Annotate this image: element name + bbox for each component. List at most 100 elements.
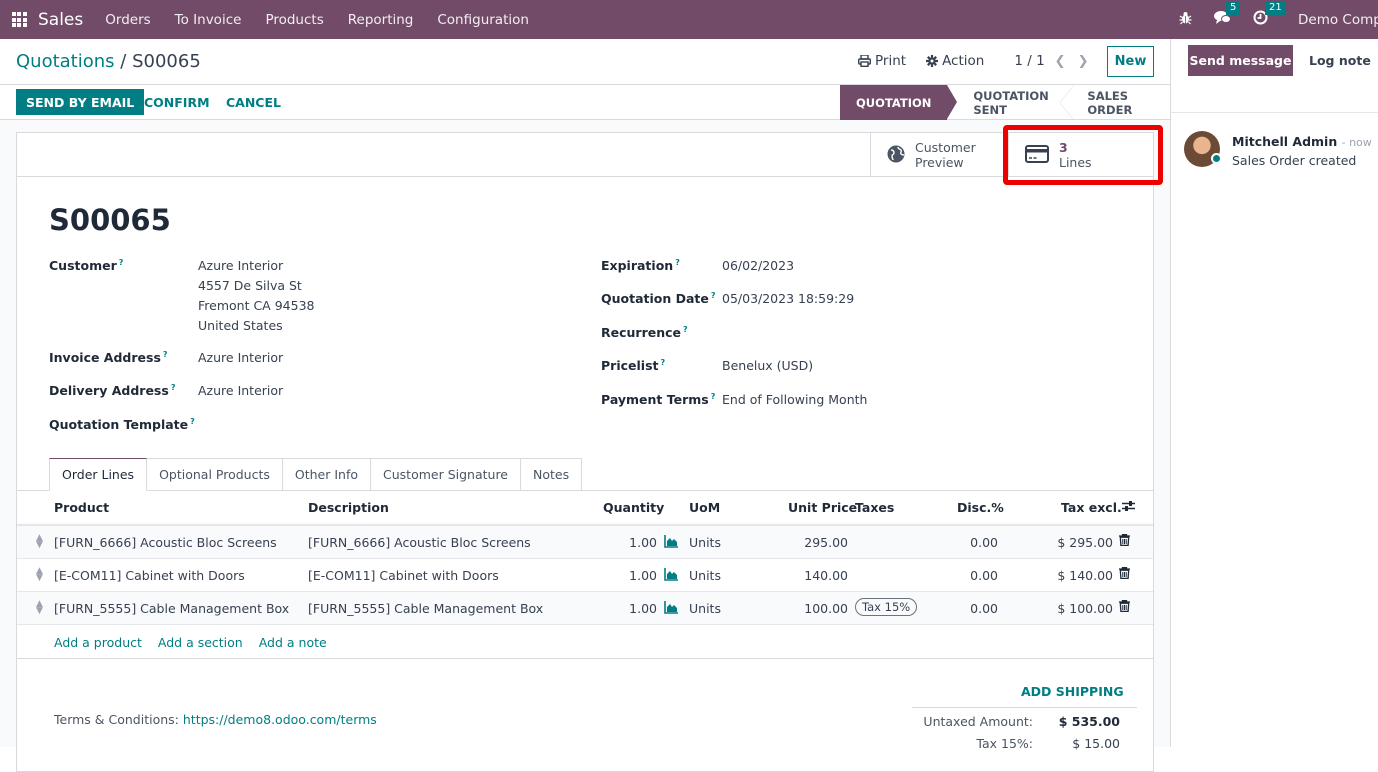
tax-tag[interactable]: Tax 15% [855, 598, 918, 616]
send-message-button[interactable]: Send message [1188, 45, 1293, 76]
menu-to-invoice[interactable]: To Invoice [175, 12, 242, 28]
company-switcher[interactable]: Demo Company [1298, 12, 1378, 28]
column-product[interactable]: Product [54, 500, 109, 515]
description-cell[interactable]: [FURN_6666] Acoustic Bloc Screens [308, 535, 531, 550]
table-row[interactable]: ▲ ▼ [FURN_6666] Acoustic Bloc Screens [FURN… [17, 526, 1153, 559]
column-subtotal[interactable]: Tax excl. [1061, 500, 1122, 515]
forecast-chart-icon[interactable] [664, 568, 678, 581]
discount-cell[interactable]: 0.00 [927, 535, 998, 550]
payment-terms-field[interactable]: End of Following Month [722, 390, 867, 410]
optional-columns-toggle-icon[interactable] [1122, 500, 1135, 515]
unit-price-cell[interactable]: 140.00 [777, 568, 848, 583]
tax-value: $ 15.00 [1072, 736, 1120, 751]
pager-previous-icon[interactable]: ❮ [1055, 54, 1066, 69]
column-quantity[interactable]: Quantity [603, 500, 664, 515]
app-name[interactable]: Sales [38, 10, 83, 30]
add-section-link[interactable]: Add a section [158, 635, 243, 650]
smart-button-box: Customer Preview 3 Lines [17, 125, 1163, 185]
print-button[interactable]: Print [858, 53, 906, 69]
column-description[interactable]: Description [308, 500, 389, 515]
column-uom[interactable]: UoM [689, 500, 720, 515]
stage-quotation-sent[interactable]: QUOTATION SENT [947, 85, 1075, 120]
uom-cell[interactable]: Units [689, 535, 721, 550]
add-shipping-button[interactable]: ADD SHIPPING [1021, 684, 1124, 699]
quotation-date-field[interactable]: 05/03/2023 18:59:29 [722, 289, 854, 309]
print-label: Print [875, 53, 907, 69]
tab-other-info[interactable]: Other Info [282, 458, 371, 491]
table-row[interactable]: ▲ ▼ [FURN_5555] Cable Management Box [FURN_… [17, 592, 1153, 625]
send-by-email-button[interactable]: SEND BY EMAIL [16, 89, 145, 115]
tab-customer-signature[interactable]: Customer Signature [371, 458, 521, 491]
unit-price-cell[interactable]: 295.00 [777, 535, 848, 550]
column-taxes[interactable]: Taxes [855, 500, 894, 515]
debug-bug-icon[interactable] [1179, 11, 1192, 29]
delete-trash-icon[interactable] [1119, 600, 1130, 615]
quantity-cell[interactable]: 1.00 [597, 568, 657, 583]
column-discount[interactable]: Disc.% [957, 500, 1004, 515]
quantity-cell[interactable]: 1.00 [597, 601, 657, 616]
terms-conditions: Terms & Conditions: https://demo8.odoo.c… [54, 712, 377, 727]
pricelist-field[interactable]: Benelux (USD) [722, 356, 813, 376]
tab-order-lines[interactable]: Order Lines [49, 458, 148, 491]
activities-button[interactable]: 21 [1253, 1, 1286, 29]
drag-handle-icon[interactable]: ▲ ▼ [36, 567, 43, 583]
quantity-cell[interactable]: 1.00 [597, 535, 657, 550]
record-title: S00065 [49, 203, 171, 237]
table-row[interactable]: ▲ ▼ [E-COM11] Cabinet with Doors [E-COM11] … [17, 559, 1153, 592]
description-cell[interactable]: [FURN_5555] Cable Management Box [308, 601, 543, 616]
new-button[interactable]: New [1107, 46, 1154, 77]
product-cell[interactable]: [FURN_6666] Acoustic Bloc Screens [54, 535, 277, 550]
delete-trash-icon[interactable] [1119, 567, 1130, 582]
add-note-link[interactable]: Add a note [259, 635, 327, 650]
apps-menu-button[interactable] [0, 0, 38, 39]
pager-value[interactable]: 1 / 1 [1014, 53, 1044, 69]
uom-cell[interactable]: Units [689, 601, 721, 616]
menu-reporting[interactable]: Reporting [348, 12, 414, 28]
tab-optional-products[interactable]: Optional Products [147, 458, 283, 491]
product-cell[interactable]: [FURN_5555] Cable Management Box [54, 601, 289, 616]
tab-notes[interactable]: Notes [521, 458, 583, 491]
delete-trash-icon[interactable] [1119, 534, 1130, 549]
column-unit-price[interactable]: Unit Price [788, 500, 857, 515]
confirm-button[interactable]: CONFIRM [144, 89, 210, 115]
uom-cell[interactable]: Units [689, 568, 721, 583]
breadcrumb-separator: / [120, 51, 127, 72]
terms-link[interactable]: https://demo8.odoo.com/terms [183, 712, 377, 727]
unit-price-cell[interactable]: 100.00 [777, 601, 848, 616]
delivery-address-field[interactable]: Azure Interior [198, 381, 283, 401]
menu-orders[interactable]: Orders [105, 12, 150, 28]
customer-field[interactable]: Azure Interior 4557 De Silva St Fremont … [198, 256, 314, 336]
stage-sales-order[interactable]: SALES ORDER [1073, 85, 1170, 120]
menu-products[interactable]: Products [265, 12, 323, 28]
forecast-chart-icon[interactable] [664, 535, 678, 548]
invoice-address-field[interactable]: Azure Interior [198, 348, 283, 368]
untaxed-amount-value: $ 535.00 [1058, 714, 1120, 729]
messages-button[interactable]: 5 [1214, 1, 1241, 29]
action-button[interactable]: Action [926, 53, 984, 69]
subtotal-cell: $ 140.00 [1057, 568, 1113, 583]
recurrence-field[interactable] [722, 323, 1122, 343]
customer-label: Customer? [49, 258, 124, 274]
cancel-button[interactable]: CANCEL [226, 89, 281, 115]
description-cell[interactable]: [E-COM11] Cabinet with Doors [308, 568, 499, 583]
log-note-button[interactable]: Log note [1309, 45, 1371, 76]
activities-count-badge: 21 [1265, 1, 1286, 15]
discount-cell[interactable]: 0.00 [927, 601, 998, 616]
pager-next-icon[interactable]: ❯ [1078, 54, 1089, 69]
stage-quotation[interactable]: QUOTATION [840, 85, 958, 120]
top-navbar: Sales Orders To Invoice Products Reporti… [0, 0, 1378, 39]
expiration-field[interactable]: 06/02/2023 [722, 256, 794, 276]
delivery-address-label: Delivery Address? [49, 383, 176, 399]
customer-preview-button[interactable]: Customer Preview [870, 133, 1008, 177]
breadcrumb-quotations[interactable]: Quotations [16, 51, 115, 72]
quotation-template-field[interactable] [198, 415, 578, 435]
add-product-link[interactable]: Add a product [54, 635, 142, 650]
drag-handle-icon[interactable]: ▲ ▼ [36, 600, 43, 616]
customer-street: 4557 De Silva St [198, 278, 302, 293]
drag-handle-icon[interactable]: ▲ ▼ [36, 534, 43, 550]
menu-configuration[interactable]: Configuration [437, 12, 529, 28]
product-cell[interactable]: [E-COM11] Cabinet with Doors [54, 568, 245, 583]
discount-cell[interactable]: 0.00 [927, 568, 998, 583]
subtotal-cell: $ 100.00 [1057, 601, 1113, 616]
forecast-chart-icon[interactable] [664, 601, 678, 614]
